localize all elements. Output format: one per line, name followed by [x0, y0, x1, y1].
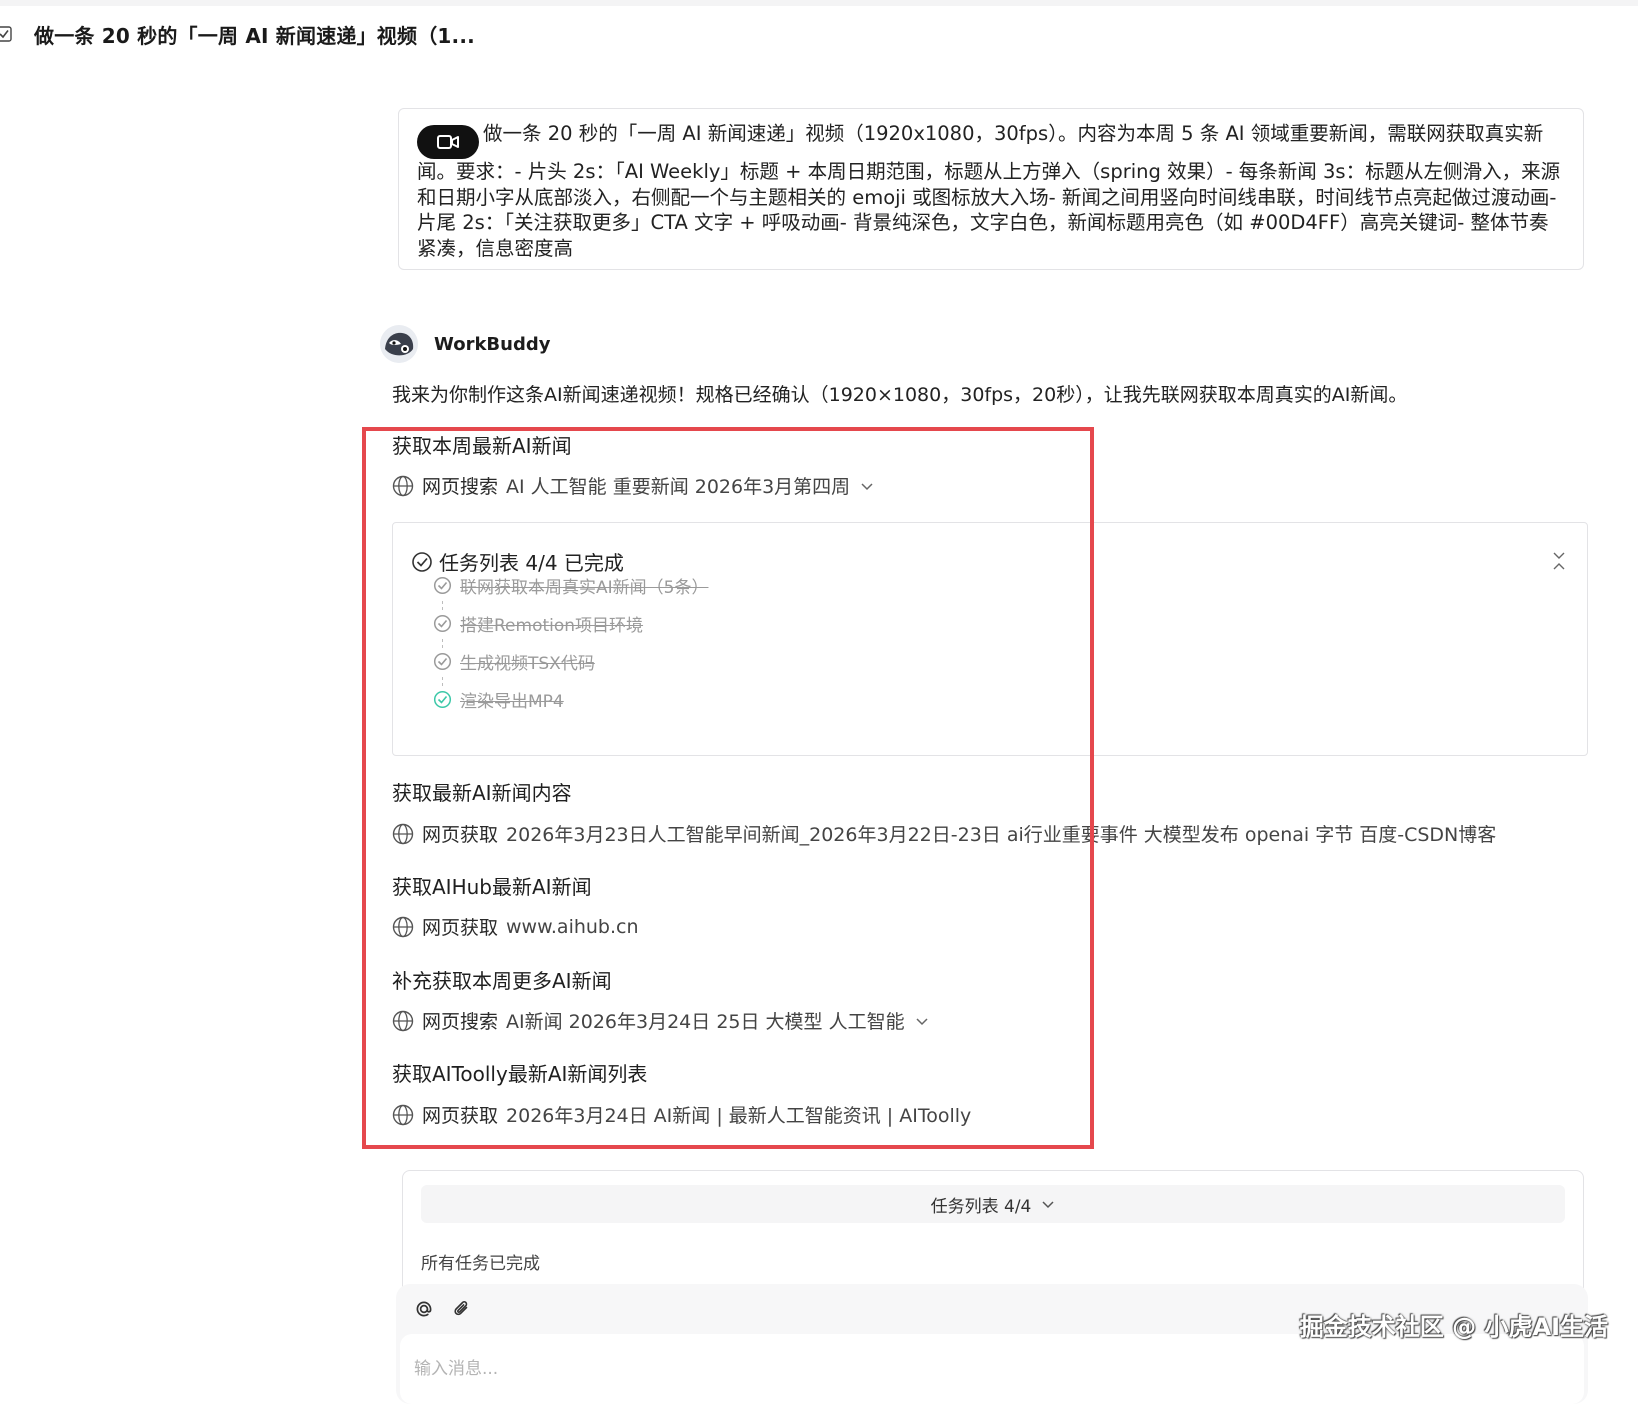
- task-summary-label: 任务列表 4/4: [930, 1196, 1032, 1217]
- tool-call-row[interactable]: 网页获取 2026年3月24日 AI新闻 | 最新人工智能资讯 | AITool…: [392, 1101, 971, 1128]
- assistant-avatar: [380, 325, 418, 363]
- task-item: 生成视频TSX代码: [433, 649, 595, 674]
- task-item-label: 生成视频TSX代码: [460, 654, 595, 674]
- tool-call-row[interactable]: 网页搜索 AI新闻 2026年3月24日 25日 大模型 人工智能: [392, 1007, 929, 1034]
- timeline-connector: [442, 639, 443, 648]
- task-list-title: 任务列表 4/4 已完成: [439, 551, 624, 575]
- globe-icon: [392, 1104, 414, 1125]
- task-item-label: 联网获取本周真实AI新闻（5条）: [460, 578, 709, 598]
- tool-detail: www.aihub.cn: [506, 915, 639, 938]
- step-title: 获取本周最新AI新闻: [392, 434, 572, 458]
- chevron-down-icon[interactable]: [860, 479, 874, 493]
- paperclip-icon[interactable]: [452, 1299, 472, 1319]
- tool-detail: 2026年3月24日 AI新闻 | 最新人工智能资讯 | AIToolly: [506, 1105, 972, 1127]
- video-camera-icon: [437, 135, 459, 149]
- task-item: 联网获取本周真实AI新闻（5条）: [433, 573, 708, 598]
- checkbox-icon[interactable]: [0, 26, 12, 42]
- task-summary-toggle[interactable]: 任务列表 4/4: [421, 1185, 1565, 1223]
- top-divider: [0, 0, 1638, 6]
- tool-detail: AI新闻 2026年3月24日 25日 大模型 人工智能: [506, 1011, 905, 1033]
- chevron-down-icon: [1042, 1201, 1054, 1209]
- check-circle-icon: [433, 690, 452, 709]
- tool-call-row[interactable]: 网页获取 2026年3月23日人工智能早间新闻_2026年3月22日-23日 a…: [392, 820, 1496, 847]
- globe-icon: [392, 475, 414, 496]
- tool-call-row[interactable]: 网页获取 www.aihub.cn: [392, 913, 639, 940]
- tool-detail: 2026年3月23日人工智能早间新闻_2026年3月22日-23日 ai行业重要…: [506, 824, 1497, 846]
- chevron-down-icon[interactable]: [915, 1014, 929, 1028]
- task-item: 搭建Remotion项目环境: [433, 611, 643, 636]
- check-circle-icon: [433, 652, 452, 671]
- check-circle-icon: [433, 576, 452, 595]
- page-title: 做一条 20 秒的「一周 AI 新闻速递」视频（1...: [34, 23, 475, 48]
- globe-icon: [392, 823, 414, 844]
- message-input[interactable]: [400, 1334, 1584, 1404]
- globe-icon: [392, 916, 414, 937]
- step-title: 获取AIHub最新AI新闻: [392, 875, 592, 899]
- task-status-text: 所有任务已完成: [421, 1254, 540, 1274]
- task-item-label: 渲染导出MP4: [460, 692, 564, 712]
- task-list-header: 任务列表 4/4 已完成: [411, 547, 624, 576]
- timeline-connector: [442, 601, 443, 610]
- tool-detail: AI 人工智能 重要新闻 2026年3月第四周: [506, 476, 851, 498]
- composer-toolbar: [414, 1299, 472, 1319]
- task-list-panel: 任务列表 4/4 已完成 联网获取本周真实AI新闻（5条） 搭建Remotion…: [392, 522, 1588, 756]
- composer: [396, 1284, 1588, 1404]
- user-prompt-text: 做一条 20 秒的「一周 AI 新闻速递」视频（1920x1080，30fps）…: [417, 122, 1561, 260]
- task-item: 渲染导出MP4: [433, 687, 564, 712]
- tool-verb: 网页获取: [422, 917, 499, 939]
- at-mention-icon[interactable]: [414, 1299, 434, 1319]
- assistant-intro: 我来为你制作这条AI新闻速递视频！规格已经确认（1920×1080，30fps，…: [392, 384, 1408, 406]
- raccoon-avatar-icon: [380, 325, 418, 363]
- step-title: 补充获取本周更多AI新闻: [392, 969, 612, 993]
- assistant-name: WorkBuddy: [434, 333, 551, 355]
- globe-icon: [392, 1010, 414, 1031]
- video-mode-badge[interactable]: [417, 125, 479, 159]
- user-prompt-card: 做一条 20 秒的「一周 AI 新闻速递」视频（1920x1080，30fps）…: [398, 108, 1584, 270]
- check-circle-icon: [412, 551, 432, 572]
- step-title: 获取最新AI新闻内容: [392, 781, 572, 805]
- timeline-connector: [442, 677, 443, 686]
- header: 做一条 20 秒的「一周 AI 新闻速递」视频（1...: [0, 18, 475, 50]
- task-item-label: 搭建Remotion项目环境: [460, 616, 644, 636]
- tool-verb: 网页搜索: [422, 1011, 499, 1033]
- tool-call-row[interactable]: 网页搜索 AI 人工智能 重要新闻 2026年3月第四周: [392, 472, 874, 499]
- watermark: 掘金技术社区 @ 小虎AI生活: [1299, 1313, 1608, 1341]
- check-circle-icon: [433, 614, 452, 633]
- step-title: 获取AIToolly最新AI新闻列表: [392, 1062, 648, 1086]
- assistant-header: WorkBuddy: [380, 325, 550, 363]
- collapse-icon[interactable]: [1551, 551, 1567, 571]
- tool-verb: 网页获取: [422, 824, 499, 846]
- tool-verb: 网页获取: [422, 1105, 499, 1127]
- tool-verb: 网页搜索: [422, 476, 499, 498]
